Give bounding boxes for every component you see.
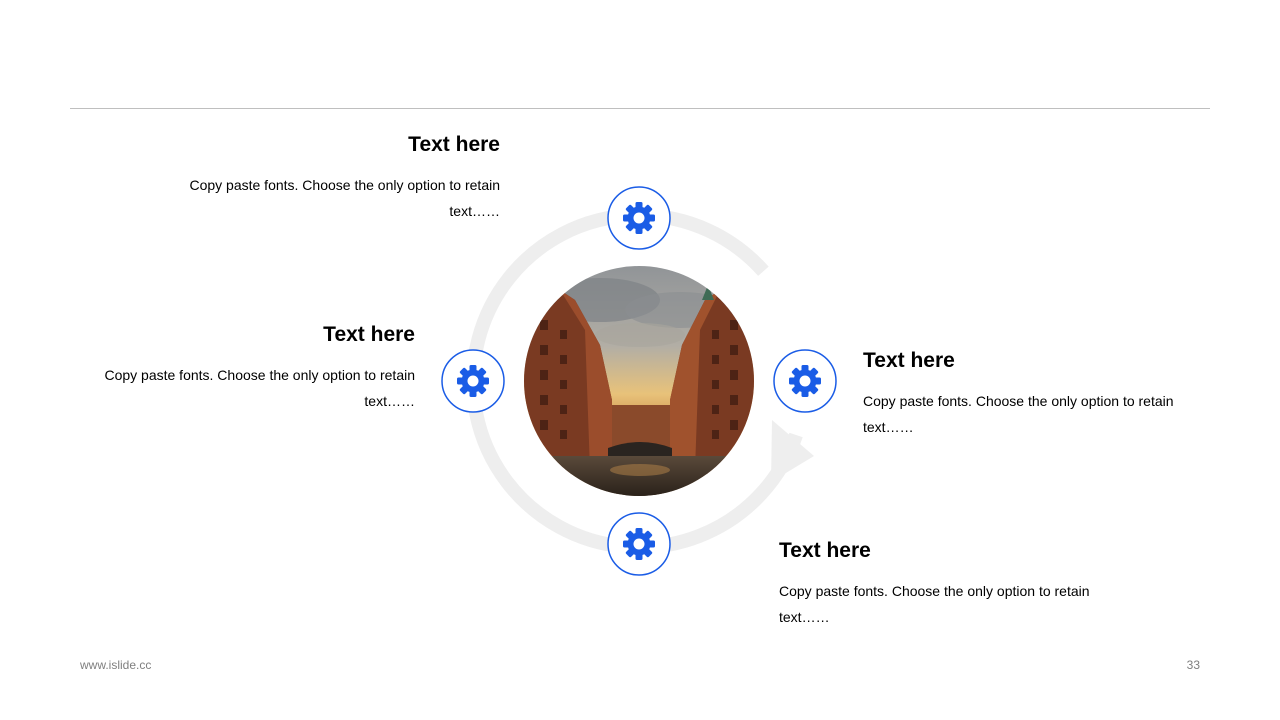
text-block-right: Text here Copy paste fonts. Choose the o… bbox=[863, 348, 1193, 440]
block-title: Text here bbox=[408, 133, 500, 156]
node-bottom bbox=[607, 512, 671, 576]
block-body: Copy paste fonts. Choose the only option… bbox=[863, 393, 1174, 435]
block-body: Copy paste fonts. Choose the only option… bbox=[779, 583, 1090, 625]
text-block-bottom: Text here Copy paste fonts. Choose the o… bbox=[779, 538, 1109, 630]
node-top bbox=[607, 186, 671, 250]
block-body: Copy paste fonts. Choose the only option… bbox=[189, 177, 500, 219]
block-title: Text here bbox=[863, 349, 955, 372]
node-right bbox=[773, 349, 837, 413]
block-title: Text here bbox=[779, 539, 871, 562]
block-title: Text here bbox=[323, 323, 415, 346]
gear-icon bbox=[789, 365, 821, 397]
cycle-arrowhead bbox=[771, 420, 814, 482]
gear-icon bbox=[623, 528, 655, 560]
node-left bbox=[441, 349, 505, 413]
page-number: 33 bbox=[1186, 658, 1200, 672]
footer-url[interactable]: www.islide.cc bbox=[80, 658, 151, 672]
text-block-left: Text here Copy paste fonts. Choose the o… bbox=[85, 322, 415, 414]
gear-icon bbox=[457, 365, 489, 397]
block-body: Copy paste fonts. Choose the only option… bbox=[104, 367, 415, 409]
gear-icon bbox=[623, 202, 655, 234]
center-photo bbox=[524, 266, 754, 496]
text-block-top: Text here Copy paste fonts. Choose the o… bbox=[170, 132, 500, 224]
